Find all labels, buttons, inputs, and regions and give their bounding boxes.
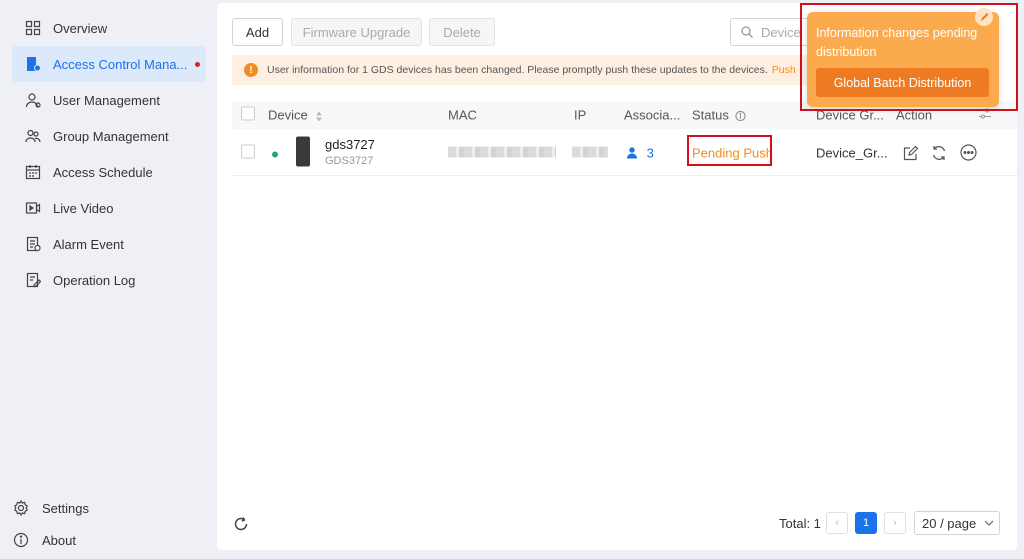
chevron-down-icon [984, 520, 994, 526]
log-icon [24, 271, 42, 289]
access-control-icon [24, 55, 42, 73]
device-thumbnail [296, 136, 310, 169]
device-model: GDS3727 [325, 154, 374, 167]
sidebar-item-label: Alarm Event [53, 236, 124, 252]
online-status-dot [272, 145, 278, 160]
alert-message: User information for 1 GDS devices has b… [267, 64, 768, 76]
device-cell: gds3727 GDS3727 [325, 137, 375, 169]
sidebar-item-label: Overview [53, 20, 108, 36]
sidebar-item-label: User Management [53, 92, 160, 108]
more-options-icon[interactable] [959, 144, 977, 162]
sidebar-item-label: Group Management [53, 128, 169, 144]
col-ip: IP [574, 107, 587, 123]
popup-highlight [800, 3, 1018, 111]
about-link[interactable]: About [12, 525, 76, 555]
info-icon [735, 110, 747, 122]
sidebar-item-alarm-event[interactable]: Alarm Event [12, 226, 206, 262]
device-group-value: Device_Gr... [816, 145, 888, 160]
sync-icon[interactable] [930, 144, 948, 162]
select-all-checkbox[interactable] [241, 106, 255, 124]
search-icon [741, 26, 753, 38]
alert-push-link[interactable]: Push [772, 64, 796, 76]
about-label: About [42, 532, 76, 548]
calendar-icon [24, 163, 42, 181]
sidebar-item-label: Live Video [53, 200, 114, 216]
ip-value-blurred [572, 145, 608, 160]
sidebar-item-operation-log[interactable]: Operation Log [12, 262, 206, 298]
row-checkbox[interactable] [241, 144, 255, 161]
sidebar-item-live-video[interactable]: Live Video [12, 190, 206, 226]
settings-link[interactable]: Settings [12, 493, 89, 523]
device-name[interactable]: gds3727 [325, 137, 375, 153]
total-count: Total: 1 [779, 515, 821, 531]
page-1-button[interactable]: 1 [855, 512, 877, 534]
pending-push-highlight [687, 135, 772, 166]
settings-label: Settings [42, 500, 89, 516]
sidebar: Overview Access Control Mana... User Man… [0, 0, 216, 559]
mac-value-blurred [448, 145, 556, 160]
sort-icon [316, 111, 323, 122]
add-button[interactable]: Add [232, 18, 283, 46]
video-icon [24, 199, 42, 217]
refresh-icon[interactable] [233, 516, 249, 535]
sidebar-item-user-management[interactable]: User Management [12, 82, 206, 118]
sidebar-item-group-management[interactable]: Group Management [12, 118, 206, 154]
grid-icon [24, 19, 42, 37]
sidebar-item-label: Access Control Mana... [53, 56, 188, 72]
delete-button[interactable]: Delete [429, 18, 495, 46]
table-row[interactable]: gds3727 GDS3727 3 Pending Push Device_Gr… [232, 130, 1017, 176]
user-icon [627, 146, 637, 158]
page-size-value: 20 / page [922, 515, 977, 531]
edit-icon[interactable] [902, 144, 920, 162]
alarm-icon [24, 235, 42, 253]
sidebar-item-label: Operation Log [53, 272, 136, 288]
search-placeholder: Device [761, 24, 801, 40]
associated-users-link[interactable]: 3 [626, 145, 654, 160]
col-mac: MAC [448, 107, 477, 123]
prev-page-button[interactable]: ‹ [826, 512, 848, 534]
col-device[interactable]: Device [268, 108, 323, 123]
sidebar-item-label: Access Schedule [53, 164, 153, 180]
sidebar-item-overview[interactable]: Overview [12, 10, 206, 46]
group-icon [24, 127, 42, 145]
pending-alert: ! User information for 1 GDS devices has… [232, 55, 817, 85]
gear-icon [12, 499, 30, 517]
col-status: Status [692, 108, 747, 123]
warning-icon: ! [244, 63, 258, 77]
col-associated: Associa... [624, 107, 681, 123]
sidebar-item-access-control[interactable]: Access Control Mana... [12, 46, 206, 82]
search-input[interactable]: Device [730, 18, 810, 46]
info-icon [12, 531, 30, 549]
user-icon [24, 91, 42, 109]
next-page-button[interactable]: › [884, 512, 906, 534]
page-size-select[interactable]: 20 / page [914, 511, 1000, 535]
firmware-upgrade-button[interactable]: Firmware Upgrade [291, 18, 422, 46]
notification-dot [195, 62, 200, 67]
sidebar-item-access-schedule[interactable]: Access Schedule [12, 154, 206, 190]
